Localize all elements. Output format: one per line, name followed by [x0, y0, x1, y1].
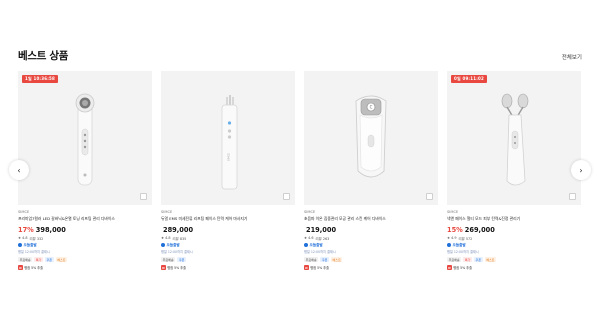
roller-device-image	[501, 93, 529, 186]
product-brand: SIMCE	[304, 210, 316, 214]
point-badge: N	[304, 265, 309, 271]
delivery-info: 오늘출발	[18, 243, 152, 248]
product-card[interactable]: 0일 09:11:02 SIMCE 넥앤 페이스 멀티 모드 피부 탄력&진정 …	[447, 71, 581, 270]
wishlist-icon[interactable]	[426, 193, 433, 200]
tag: 무료배송	[304, 257, 319, 263]
discount-rate: 15%	[447, 225, 463, 234]
product-carousel: 1일 10:36:58 SIMCE 프리미엄7컬러 LED 갈바닉&온열 토닝 …	[18, 71, 582, 281]
delivery-info: 오늘출발	[304, 243, 438, 248]
tag-list: 무료배송 쿠폰	[161, 257, 295, 263]
point-text: 평점 5% 추출	[310, 266, 330, 271]
tag: 베스트	[484, 257, 497, 263]
product-image[interactable]: 0일 09:11:02	[447, 71, 581, 205]
product-card[interactable]: SIMCE SIMCE 듀얼 EMS 미세전류 리프팅 페이스 탄력 케어 마사…	[161, 71, 295, 270]
point-badge: N	[447, 265, 452, 271]
delivery-label: 오늘출발	[166, 242, 180, 247]
tag: 쿠폰	[473, 257, 483, 263]
rating-row: ★ 4.8 리뷰 835	[161, 236, 295, 241]
price-row: 15% 269,000	[447, 226, 581, 234]
product-image[interactable]: C	[304, 71, 438, 205]
delivery-label: 오늘출발	[23, 242, 37, 247]
delivery-label: 오늘출발	[452, 242, 466, 247]
point-row: N 평점 5% 추출	[447, 265, 581, 270]
wishlist-icon[interactable]	[283, 193, 290, 200]
tag: 베스트	[55, 257, 68, 263]
section-title: 베스트 상품	[18, 50, 69, 62]
delivery-info: 오늘출발	[161, 243, 295, 248]
svg-text:C: C	[370, 105, 373, 110]
delivery-note: 평일 12:00까지 결제시	[304, 250, 336, 254]
rating-score: ★ 4.6	[304, 236, 314, 240]
tag: 쿠폰	[44, 257, 54, 263]
point-row: N 평점 5% 추출	[161, 265, 295, 270]
delivery-icon	[18, 243, 22, 247]
product-price: 289,000	[163, 225, 194, 234]
tag: 특가	[34, 257, 43, 263]
tag-list: 무료배송 특가 쿠폰 베스트	[18, 257, 152, 263]
view-all-link[interactable]: 전체보기	[562, 53, 582, 61]
point-text: 평점 5% 추출	[167, 266, 187, 271]
product-card[interactable]: C SIMCE 초음파 이온 집중관리 모공 관리 스킨 케어 디바이스 219…	[304, 71, 438, 270]
delivery-note: 평일 12:00까지 결제시	[161, 250, 193, 254]
product-price: 219,000	[306, 225, 337, 234]
price-row: 17% 398,000	[18, 226, 152, 234]
delivery-icon	[161, 243, 165, 247]
rating-score: ★ 4.8	[18, 236, 28, 240]
point-row: N 평점 5% 추출	[304, 265, 438, 270]
product-name[interactable]: 초음파 이온 집중관리 모공 관리 스킨 케어 디바이스	[304, 216, 438, 222]
product-image[interactable]: SIMCE	[161, 71, 295, 205]
led-device-image	[75, 93, 95, 186]
tag-list: 무료배송 쿠폰 베스트	[304, 257, 438, 263]
tag-list: 무료배송 특가 쿠폰 베스트	[447, 257, 581, 263]
ems-device-image: SIMCE	[221, 95, 238, 190]
tag: 무료배송	[447, 257, 462, 263]
review-count: 리뷰 835	[172, 236, 187, 241]
tag: 무료배송	[18, 257, 33, 263]
product-brand: SIMCE	[161, 210, 173, 214]
point-row: N 평점 5% 추출	[18, 265, 152, 270]
svg-text:SIMCE: SIMCE	[227, 153, 231, 161]
wishlist-icon[interactable]	[569, 193, 576, 200]
delivery-icon	[304, 243, 308, 247]
review-count: 리뷰 572	[458, 236, 473, 241]
product-name[interactable]: 넥앤 페이스 멀티 모드 피부 탄력&진정 관리기	[447, 216, 581, 222]
rating-row: ★ 4.8 리뷰 332	[18, 236, 152, 241]
price-row: 289,000	[161, 226, 295, 234]
rating-row: ★ 4.6 리뷰 263	[304, 236, 438, 241]
wishlist-icon[interactable]	[140, 193, 147, 200]
product-image[interactable]: 1일 10:36:58	[18, 71, 152, 205]
point-text: 평점 5% 추출	[453, 266, 473, 271]
product-price: 398,000	[35, 225, 66, 234]
rating-score: ★ 4.9	[447, 236, 457, 240]
rating-score: ★ 4.8	[161, 236, 171, 240]
product-brand: SIMCE	[447, 210, 459, 214]
tag: 쿠폰	[177, 257, 186, 263]
review-count: 리뷰 263	[315, 236, 330, 241]
product-brand: SIMCE	[18, 210, 30, 214]
tag: 무료배송	[161, 257, 176, 263]
point-badge: N	[18, 265, 23, 271]
tag: 베스트	[330, 257, 343, 263]
delivery-note: 평일 12:00까지 결제시	[447, 250, 479, 254]
delivery-icon	[447, 243, 451, 247]
delivery-info: 오늘출발	[447, 243, 581, 248]
rating-row: ★ 4.9 리뷰 572	[447, 236, 581, 241]
product-name[interactable]: 듀얼 EMS 미세전류 리프팅 페이스 탄력 케어 마사지기	[161, 216, 295, 222]
ultrasonic-device-image: C	[355, 95, 387, 178]
product-card[interactable]: 1일 10:36:58 SIMCE 프리미엄7컬러 LED 갈바닉&온열 토닝 …	[18, 71, 152, 270]
delivery-label: 오늘출발	[309, 242, 323, 247]
price-row: 219,000	[304, 226, 438, 234]
delivery-note: 평일 12:00까지 결제시	[18, 250, 50, 254]
product-name[interactable]: 프리미엄7컬러 LED 갈바닉&온열 토닝 리프팅 관리 디바이스	[18, 216, 152, 222]
tag: 쿠폰	[320, 257, 329, 263]
tag: 특가	[463, 257, 472, 263]
point-badge: N	[161, 265, 166, 271]
prev-arrow-icon[interactable]: ‹	[9, 160, 29, 180]
review-count: 리뷰 332	[29, 236, 44, 241]
point-text: 평점 5% 추출	[24, 266, 44, 271]
product-price: 269,000	[464, 225, 495, 234]
next-arrow-icon[interactable]: ›	[571, 160, 591, 180]
discount-rate: 17%	[18, 225, 34, 234]
